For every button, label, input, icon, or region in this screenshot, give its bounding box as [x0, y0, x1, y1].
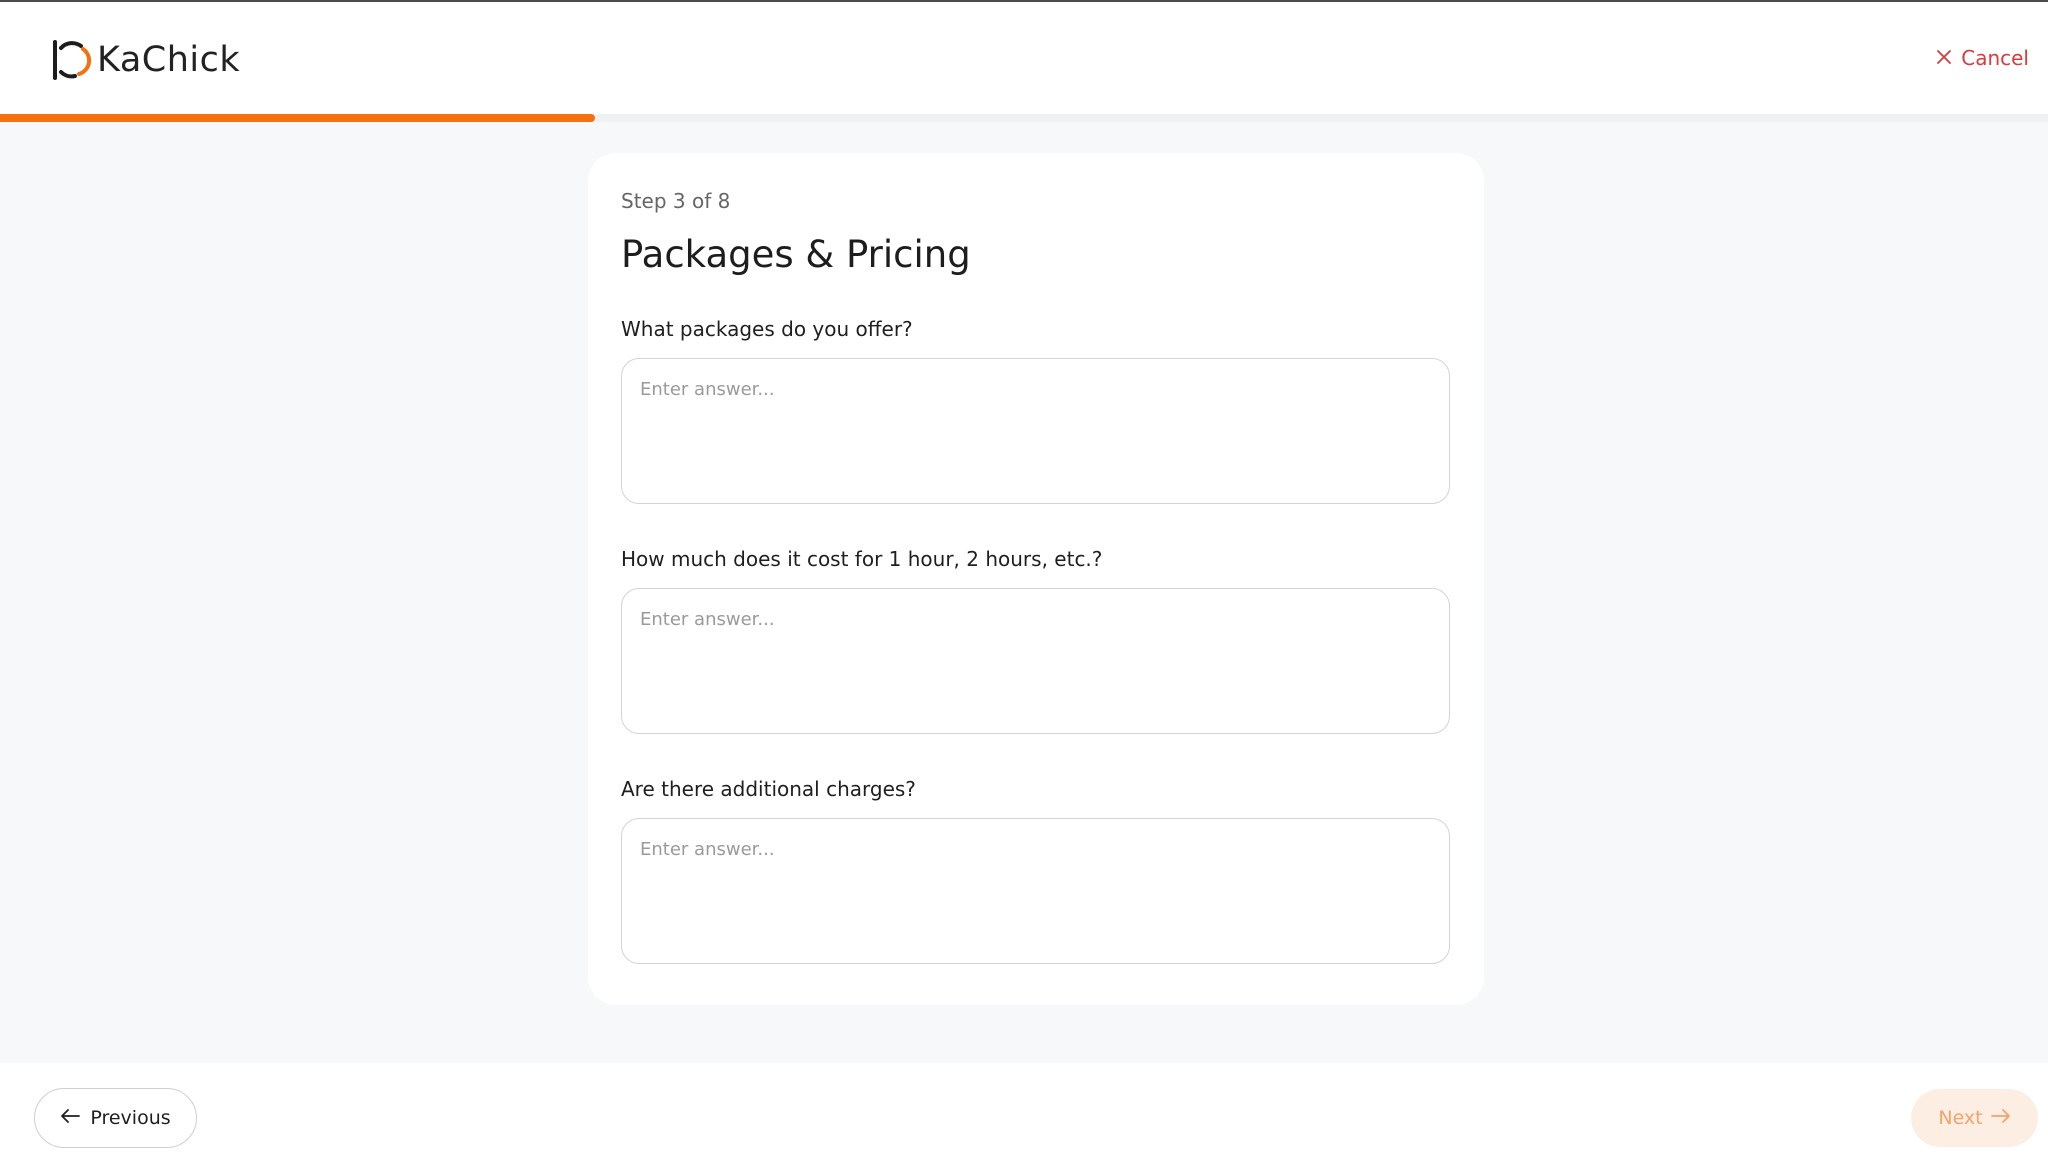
cancel-button[interactable]: Cancel — [1936, 46, 2029, 70]
logo[interactable]: KaChick — [51, 36, 240, 84]
arrow-left-icon — [60, 1107, 81, 1129]
previous-label: Previous — [90, 1107, 171, 1129]
arrow-right-icon — [1990, 1107, 2011, 1129]
charges-answer-input[interactable] — [621, 818, 1450, 964]
question-packages-label: What packages do you offer? — [621, 317, 913, 341]
page-title: Packages & Pricing — [621, 233, 971, 276]
header: KaChick Cancel — [0, 2, 2048, 114]
previous-button[interactable]: Previous — [34, 1088, 197, 1148]
cancel-label: Cancel — [1961, 46, 2029, 70]
question-cost-label: How much does it cost for 1 hour, 2 hour… — [621, 547, 1103, 571]
cost-answer-input[interactable] — [621, 588, 1450, 734]
next-label: Next — [1938, 1107, 1983, 1129]
question-charges-label: Are there additional charges? — [621, 777, 916, 801]
progress-bar — [0, 114, 2048, 122]
next-button[interactable]: Next — [1911, 1089, 2038, 1147]
kachick-logo-icon — [51, 38, 93, 82]
footer: Previous Next — [0, 1063, 2048, 1159]
packages-answer-input[interactable] — [621, 358, 1450, 504]
progress-bar-fill — [0, 114, 596, 122]
form-card: Step 3 of 8 Packages & Pricing What pack… — [588, 153, 1484, 1005]
step-indicator: Step 3 of 8 — [621, 189, 731, 213]
close-icon — [1936, 46, 1961, 70]
app-name: KaChick — [97, 40, 241, 80]
